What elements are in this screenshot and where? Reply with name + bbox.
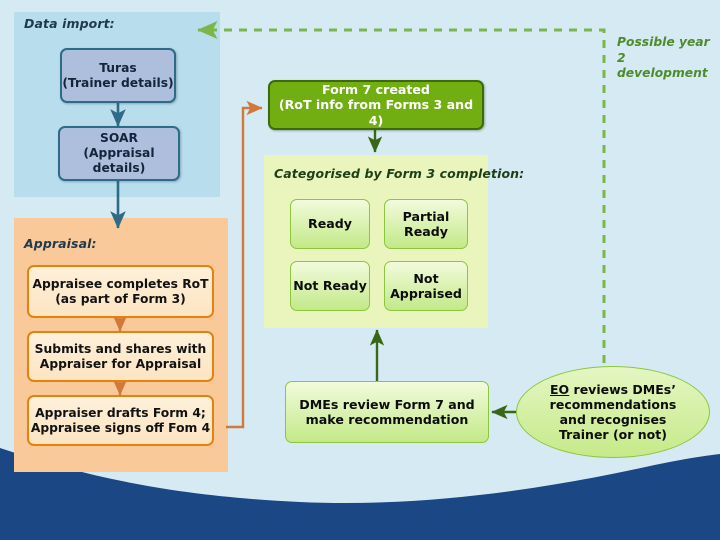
status-box-partial-ready[interactable]: Partial Ready [384, 199, 468, 249]
node-submits-line2: Appraiser for Appraisal [39, 356, 202, 371]
node-appraisee-completes-rot[interactable]: Appraisee completes RoT (as part of Form… [27, 265, 214, 318]
node-form4-line1: Appraiser drafts Form 4; [35, 405, 206, 420]
node-submits-and-shares[interactable]: Submits and shares with Appraiser for Ap… [27, 331, 214, 382]
node-submits-line1: Submits and shares with [34, 341, 207, 356]
node-form7-created[interactable]: Form 7 created (RoT info from Forms 3 an… [268, 80, 484, 130]
node-eo-line4: Trainer (or not) [559, 427, 667, 443]
node-dmes-line2: make recommendation [305, 412, 469, 427]
node-dmes-line1: DMEs review Form 7 and [299, 396, 475, 412]
label-possible-year-2-development: Possible year 2 development [617, 35, 710, 81]
node-eo-reviews[interactable]: EO reviews DMEs’ recommendations and rec… [516, 366, 710, 458]
node-form7-line1: Form 7 created [322, 81, 430, 97]
node-appraiser-drafts-form4[interactable]: Appraiser drafts Form 4; Appraisee signs… [27, 395, 214, 446]
panel-categorised-label: Categorised by Form 3 completion: [274, 166, 525, 181]
status-box-not-ready[interactable]: Not Ready [290, 261, 370, 311]
node-turas[interactable]: Turas (Trainer details) [60, 48, 176, 103]
node-dmes-review[interactable]: DMEs review Form 7 and make recommendati… [285, 381, 489, 443]
panel-appraisal-label: Appraisal: [24, 236, 97, 251]
status-box-not-appraised[interactable]: Not Appraised [384, 261, 468, 311]
node-eo-underlined-eo: EO [550, 381, 570, 397]
node-turas-line1: Turas [99, 60, 137, 75]
node-rot-line1: Appraisee completes RoT [32, 276, 209, 291]
panel-data-import-label: Data import: [24, 16, 115, 31]
node-soar[interactable]: SOAR (Appraisal details) [58, 126, 180, 181]
node-eo-line2: recommendations [549, 396, 677, 412]
node-eo-line1-rest: reviews DMEs’ [569, 381, 676, 397]
status-box-ready[interactable]: Ready [290, 199, 370, 249]
node-soar-line2: (Appraisal details) [83, 146, 155, 175]
node-form4-line2: Appraisee signs off Fom 4 [30, 420, 211, 435]
node-turas-line2: (Trainer details) [62, 75, 174, 90]
node-soar-line1: SOAR [100, 131, 138, 145]
slide-canvas: Data import: Appraisal: Categorised by F… [0, 0, 720, 540]
node-rot-line2: (as part of Form 3) [55, 291, 186, 306]
node-eo-line3: and recognises [559, 412, 667, 427]
node-form7-line2: (RoT info from Forms 3 and 4) [278, 97, 474, 128]
arrow-form4-to-form7 [226, 100, 263, 429]
node-eo-line1: EO reviews DMEs’ [550, 382, 677, 397]
